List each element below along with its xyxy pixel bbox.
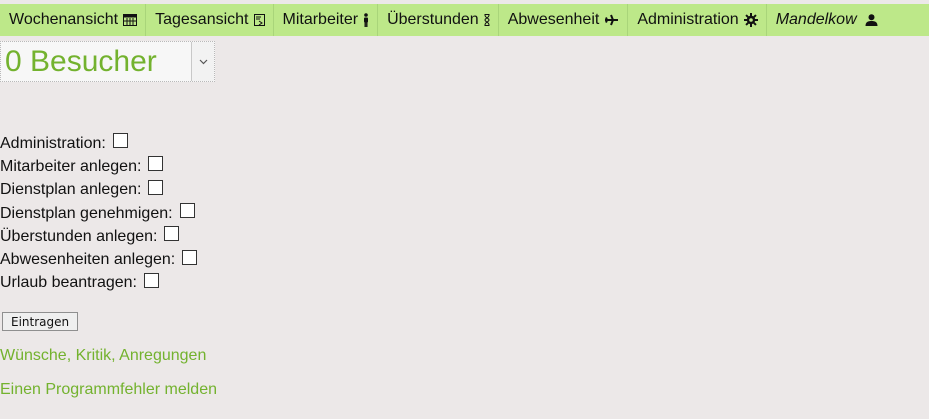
submit-button[interactable]: Eintragen <box>2 312 79 331</box>
user-name: Mandelkow <box>775 11 857 28</box>
plane-icon <box>604 14 619 26</box>
visitor-count-select[interactable]: 0 Besucher <box>0 41 215 82</box>
nav-item-label: Überstunden <box>387 11 479 28</box>
permission-label: Mitarbeiter anlegen: <box>0 157 142 175</box>
permission-label: Administration: <box>0 134 106 152</box>
gear-icon <box>743 13 758 27</box>
permission-row-administration: Administration: <box>0 132 197 155</box>
nav-item-tagesansicht[interactable]: Tagesansicht <box>146 4 274 36</box>
nav-item-administration[interactable]: Administration <box>628 4 767 36</box>
user-icon <box>865 14 878 26</box>
permission-checkbox-abwesenheiten-anlegen[interactable] <box>182 249 198 265</box>
main-navigation: Wochenansicht Tagesansicht Mitarbeiter Ü… <box>0 4 929 36</box>
permission-label: Überstunden anlegen: <box>0 227 158 245</box>
visitor-count-value: 0 Besucher <box>5 45 157 78</box>
permission-label: Abwesenheiten anlegen: <box>0 251 176 269</box>
permission-row-dienstplan-genehmigen: Dienstplan genehmigen: <box>0 202 197 225</box>
permission-checkbox-dienstplan-anlegen[interactable] <box>148 179 164 195</box>
nav-item-user[interactable]: Mandelkow <box>767 4 886 36</box>
permission-row-abwesenheiten-anlegen: Abwesenheiten anlegen: <box>0 248 198 271</box>
calendar-icon <box>123 14 138 26</box>
permission-row-ueberstunden-anlegen: Überstunden anlegen: <box>0 225 197 248</box>
permission-checkbox-administration[interactable] <box>112 133 128 149</box>
nav-item-label: Administration <box>637 11 739 28</box>
permission-row-urlaub-beantragen: Urlaub beantragen: <box>0 272 197 295</box>
permission-label: Dienstplan anlegen: <box>0 181 142 199</box>
nav-item-label: Wochenansicht <box>9 11 119 28</box>
permission-checkbox-dienstplan-genehmigen[interactable] <box>179 203 195 219</box>
permission-label: Urlaub beantragen: <box>0 274 137 292</box>
permission-list: Administration: Mitarbeiter anlegen: Die… <box>0 132 198 295</box>
hourglass-icon <box>484 14 490 26</box>
permission-checkbox-mitarbeiter-anlegen[interactable] <box>148 156 164 172</box>
nav-item-abwesenheit[interactable]: Abwesenheit <box>499 4 629 36</box>
nav-item-mitarbeiter[interactable]: Mitarbeiter <box>274 4 379 36</box>
permission-checkbox-ueberstunden-anlegen[interactable] <box>164 226 180 242</box>
permission-label: Dienstplan genehmigen: <box>0 204 173 222</box>
bug-report-link[interactable]: Einen Programmfehler melden <box>0 381 217 399</box>
nav-item-label: Tagesansicht <box>155 11 249 28</box>
nav-item-label: Mitarbeiter <box>282 11 359 28</box>
nav-item-wochenansicht[interactable]: Wochenansicht <box>0 4 147 36</box>
permission-row-dienstplan-anlegen: Dienstplan anlegen: <box>0 179 197 202</box>
permission-checkbox-urlaub-beantragen[interactable] <box>143 272 159 288</box>
person-icon <box>363 13 369 27</box>
chevron-down-icon[interactable] <box>191 42 214 81</box>
nav-item-ueberstunden[interactable]: Überstunden <box>378 4 499 36</box>
day-view-icon <box>253 14 265 26</box>
feedback-link[interactable]: Wünsche, Kritik, Anregungen <box>0 347 206 365</box>
permission-row-mitarbeiter-anlegen: Mitarbeiter anlegen: <box>0 155 197 178</box>
nav-item-label: Abwesenheit <box>507 11 600 28</box>
